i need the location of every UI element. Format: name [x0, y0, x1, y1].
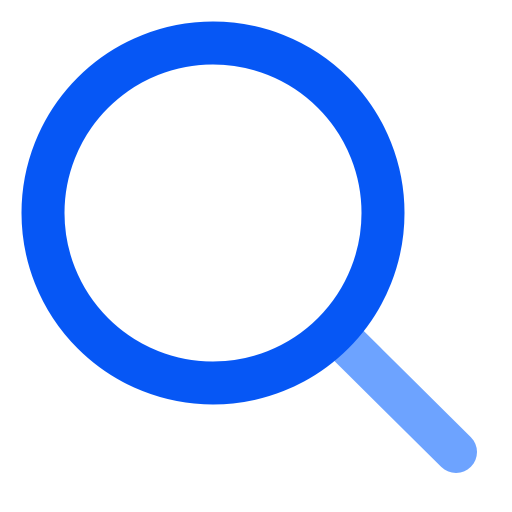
magnifier-handle	[317, 314, 477, 473]
magnifier-lens	[21, 21, 405, 405]
icon-canvas	[0, 0, 512, 512]
search-icon	[0, 0, 512, 512]
